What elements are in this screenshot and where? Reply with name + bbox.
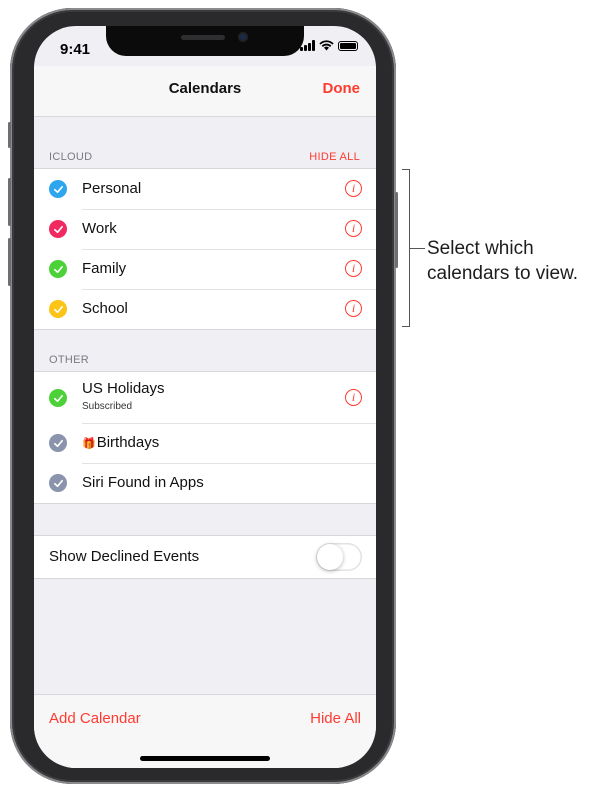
- done-button[interactable]: Done: [323, 80, 361, 97]
- calendar-label: Personal: [82, 180, 142, 197]
- callout-line-1: Select which: [427, 238, 534, 259]
- calendar-label: 🎁Birthdays: [82, 434, 159, 451]
- hide-all-icloud-button[interactable]: HIDE ALL: [309, 151, 360, 163]
- callout-line-2: calendars to view.: [427, 263, 579, 284]
- checkmark-icon[interactable]: [49, 300, 67, 318]
- callout-text: Select which calendars to view.: [427, 236, 578, 286]
- gift-icon: 🎁: [82, 438, 96, 450]
- calendar-label: Family: [82, 260, 127, 277]
- calendar-sublabel: Subscribed: [82, 401, 133, 412]
- checkmark-icon[interactable]: [49, 260, 67, 278]
- calendar-label: Work: [82, 220, 117, 237]
- show-declined-label: Show Declined Events: [49, 548, 200, 565]
- side-button: [395, 192, 398, 268]
- front-camera: [238, 32, 248, 42]
- show-declined-toggle[interactable]: [316, 543, 362, 571]
- calendar-label: US Holidays: [82, 380, 165, 397]
- hide-all-button[interactable]: Hide All: [310, 710, 361, 727]
- battery-icon: [338, 41, 358, 51]
- phone-screen: 9:41 Calendars Done ICLOUD HIDE ALL Pers…: [34, 26, 376, 768]
- callout-bracket: [402, 169, 410, 327]
- settings-row: Show Declined Events: [34, 536, 376, 578]
- speaker-grille: [181, 35, 225, 40]
- calendar-row-family[interactable]: Family i: [34, 249, 376, 289]
- volume-up-button: [8, 178, 11, 226]
- calendar-row-personal[interactable]: Personal i: [34, 169, 376, 209]
- icloud-calendar-list: Personal i Work i Family i School i: [34, 168, 376, 330]
- navigation-bar: Calendars Done: [34, 66, 376, 117]
- other-calendar-list: US Holidays Subscribed i 🎁Birthdays Siri…: [34, 371, 376, 504]
- other-section-header: OTHER: [49, 354, 89, 366]
- icloud-section-header: ICLOUD: [49, 151, 93, 163]
- info-icon[interactable]: i: [345, 220, 362, 237]
- wifi-icon: [319, 40, 334, 51]
- show-declined-events-row: Show Declined Events: [34, 535, 376, 579]
- calendar-row-birthdays[interactable]: 🎁Birthdays: [34, 423, 376, 463]
- calendar-label: School: [82, 300, 128, 317]
- info-icon[interactable]: i: [345, 260, 362, 277]
- calendar-label: Siri Found in Apps: [82, 474, 204, 491]
- notch: [106, 26, 304, 56]
- checkmark-icon[interactable]: [49, 180, 67, 198]
- status-icons: [300, 40, 358, 51]
- info-icon[interactable]: i: [345, 389, 362, 406]
- volume-down-button: [8, 238, 11, 286]
- checkmark-icon[interactable]: [49, 389, 67, 407]
- calendar-row-work[interactable]: Work i: [34, 209, 376, 249]
- status-time: 9:41: [60, 41, 91, 58]
- info-icon[interactable]: i: [345, 300, 362, 317]
- toggle-knob: [317, 544, 343, 570]
- info-icon[interactable]: i: [345, 180, 362, 197]
- calendar-row-us-holidays[interactable]: US Holidays Subscribed i: [34, 372, 376, 423]
- calendar-row-school[interactable]: School i: [34, 289, 376, 329]
- callout-line: [410, 248, 425, 249]
- checkmark-icon[interactable]: [49, 474, 67, 492]
- mute-switch: [8, 122, 11, 148]
- add-calendar-button[interactable]: Add Calendar: [49, 710, 141, 727]
- home-indicator[interactable]: [140, 756, 270, 761]
- calendar-row-siri-found[interactable]: Siri Found in Apps: [34, 463, 376, 503]
- bottom-toolbar: Add Calendar Hide All: [34, 694, 376, 768]
- checkmark-icon[interactable]: [49, 434, 67, 452]
- checkmark-icon[interactable]: [49, 220, 67, 238]
- birthdays-label: Birthdays: [96, 434, 160, 451]
- signal-icon: [300, 40, 315, 51]
